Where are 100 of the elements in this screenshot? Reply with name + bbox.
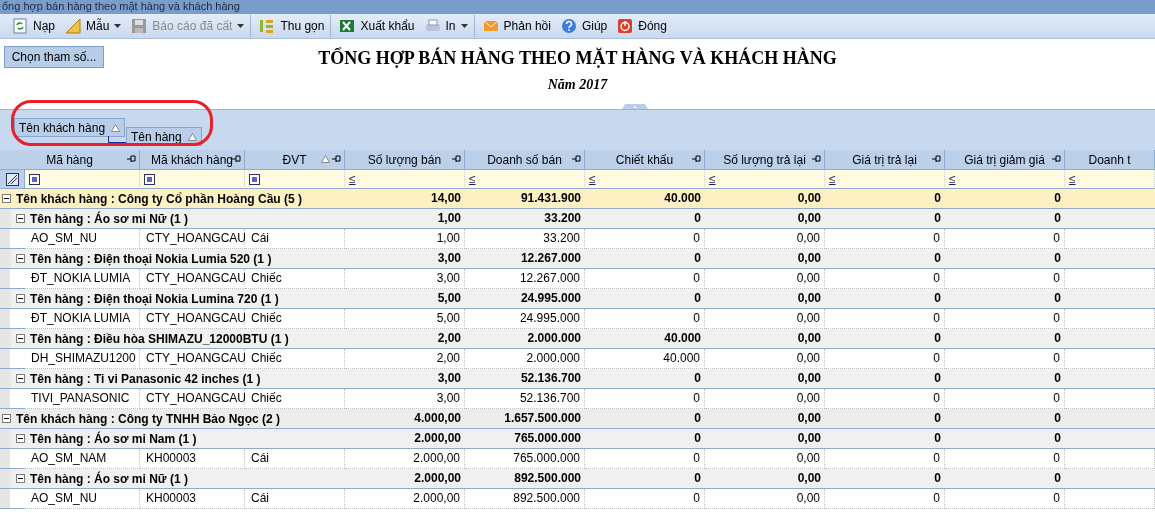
product-group-row[interactable]: Tên hàng : Áo sơ mi Nữ (1 )	[0, 209, 345, 229]
collapse-icon[interactable]	[16, 254, 25, 263]
filter-cell[interactable]: ≤	[705, 170, 825, 189]
collapse-icon[interactable]	[16, 294, 25, 303]
collapse-icon[interactable]	[2, 194, 11, 203]
filter-operator[interactable]: ≤	[829, 172, 836, 186]
column-header[interactable]: Số lượng trả lại	[705, 150, 825, 170]
table-cell: KH00003	[140, 449, 245, 469]
collapse-icon[interactable]	[16, 334, 25, 343]
pin-icon[interactable]	[692, 155, 701, 163]
filter-operator[interactable]: ≤	[589, 172, 596, 186]
toolbar-button[interactable]: Giúp	[556, 15, 612, 37]
collapse-icon[interactable]	[2, 414, 11, 423]
group-total: 0,00	[705, 249, 825, 269]
filter-cell[interactable]: ≤	[345, 170, 465, 189]
filter-cell[interactable]	[25, 170, 140, 189]
group-label: Tên khách hàng : Công ty Cổ phần Hoàng Cầu (5 )	[16, 191, 302, 206]
toolbar-button[interactable]: Thu gọn	[250, 15, 329, 37]
group-label: Tên hàng : Áo sơ mi Nam (1 )	[30, 431, 197, 446]
filter-operator[interactable]: ≤	[1069, 172, 1076, 186]
filter-cell[interactable]: ≤	[465, 170, 585, 189]
filter-check-icon[interactable]	[144, 173, 155, 185]
group-total: 0	[585, 249, 705, 269]
filter-cell[interactable]: ≤	[945, 170, 1065, 189]
product-group-row[interactable]: Tên hàng : Điện thoại Nokia Lumina 720 (1 )	[0, 289, 345, 309]
pin-icon[interactable]	[232, 155, 241, 163]
choose-parameters-button[interactable]: Chọn tham số...	[4, 46, 104, 68]
group-total: 0	[945, 249, 1065, 269]
column-header[interactable]: Chiết khấu	[585, 150, 705, 170]
group-total: 0	[945, 469, 1065, 489]
filter-cell[interactable]	[245, 170, 345, 189]
collapse-icon[interactable]	[16, 474, 25, 483]
column-header[interactable]: Doanh t	[1065, 150, 1155, 170]
product-group-row[interactable]: Tên hàng : Điện thoại Nokia Lumia 520 (1 )	[0, 249, 345, 269]
table-cell: 0,00	[705, 449, 825, 469]
table-cell: 0	[945, 489, 1065, 509]
group-total: 0	[825, 369, 945, 389]
product-group-row[interactable]: Tên hàng : Điều hòa SHIMAZU_12000BTU (1 )	[0, 329, 345, 349]
report-title: TỔNG HỢP BÁN HÀNG THEO MẶT HÀNG VÀ KHÁCH HÀNG	[318, 48, 837, 69]
pin-icon[interactable]	[332, 155, 341, 163]
filter-cell[interactable]: ≤	[585, 170, 705, 189]
column-header[interactable]: Giá trị giảm giá	[945, 150, 1065, 170]
table-cell: 0	[945, 389, 1065, 409]
column-header[interactable]: Mã khách hàng	[140, 150, 245, 170]
group-total: 0	[945, 409, 1065, 429]
filter-cell[interactable]: ≤	[825, 170, 945, 189]
group-total: 12.267.000	[465, 249, 585, 269]
row-indent	[0, 489, 25, 509]
column-header[interactable]: Mã hàng	[0, 150, 140, 170]
column-header[interactable]: Doanh số bán	[465, 150, 585, 170]
toolbar-button[interactable]: Phản hồi	[473, 15, 555, 37]
customer-group-row[interactable]: Tên khách hàng : Công ty TNHH Bảo Ngọc (2 )	[0, 409, 345, 429]
collapse-icon[interactable]	[16, 374, 25, 383]
table-cell: 0,00	[705, 269, 825, 289]
product-group-row[interactable]: Tên hàng : Áo sơ mi Nữ (1 )	[0, 469, 345, 489]
pin-icon[interactable]	[452, 155, 461, 163]
table-cell: AO_SM_NU	[25, 229, 140, 249]
table-cell: 0	[585, 229, 705, 249]
group-by-chip[interactable]: Tên khách hàng	[14, 118, 126, 137]
table-cell: ĐT_NOKIA LUMIA	[25, 269, 140, 289]
group-label: Tên hàng : Ti vi Panasonic 42 inches (1 )	[30, 371, 261, 386]
group-total: 0	[585, 429, 705, 449]
pin-icon[interactable]	[127, 155, 136, 163]
toolbar-button[interactable]: In	[420, 15, 472, 37]
filter-cell[interactable]	[140, 170, 245, 189]
toolbar-button[interactable]: Đóng	[613, 15, 671, 37]
column-header[interactable]: Giá trị trả lại	[825, 150, 945, 170]
pin-icon[interactable]	[572, 155, 581, 163]
collapse-icon[interactable]	[16, 214, 25, 223]
column-header[interactable]: ĐVT	[245, 150, 345, 170]
group-total: 40.000	[585, 189, 705, 209]
customer-group-row[interactable]: Tên khách hàng : Công ty Cổ phần Hoàng Cầu (5 )	[0, 189, 345, 209]
table-cell: 0	[945, 449, 1065, 469]
filter-operator[interactable]: ≤	[349, 172, 356, 186]
table-cell: Cái	[245, 449, 345, 469]
envelope-icon	[482, 18, 499, 34]
filter-cell[interactable]: ≤	[1065, 170, 1155, 189]
group-total: 0	[825, 429, 945, 449]
pin-icon[interactable]	[812, 155, 821, 163]
group-total: 0	[585, 409, 705, 429]
filter-clear-icon[interactable]	[5, 172, 19, 186]
collapse-icon[interactable]	[16, 434, 25, 443]
table-cell: 0	[945, 269, 1065, 289]
pin-icon[interactable]	[1052, 155, 1061, 163]
group-total: 0,00	[705, 329, 825, 349]
product-group-row[interactable]: Tên hàng : Ti vi Panasonic 42 inches (1 )	[0, 369, 345, 389]
filter-check-icon[interactable]	[29, 173, 40, 185]
filter-check-icon[interactable]	[249, 173, 260, 185]
table-cell: 1,00	[345, 229, 465, 249]
table-cell: 0,00	[705, 309, 825, 329]
toolbar-button[interactable]: Xuất khẩu	[330, 15, 419, 37]
filter-operator[interactable]: ≤	[469, 172, 476, 186]
group-total: 0	[825, 329, 945, 349]
toolbar-button[interactable]: Mẫu	[61, 15, 126, 37]
column-header[interactable]: Số lượng bán	[345, 150, 465, 170]
filter-operator[interactable]: ≤	[709, 172, 716, 186]
filter-operator[interactable]: ≤	[949, 172, 956, 186]
toolbar-button[interactable]: Nạp	[8, 15, 59, 37]
pin-icon[interactable]	[932, 155, 941, 163]
product-group-row[interactable]: Tên hàng : Áo sơ mi Nam (1 )	[0, 429, 345, 449]
